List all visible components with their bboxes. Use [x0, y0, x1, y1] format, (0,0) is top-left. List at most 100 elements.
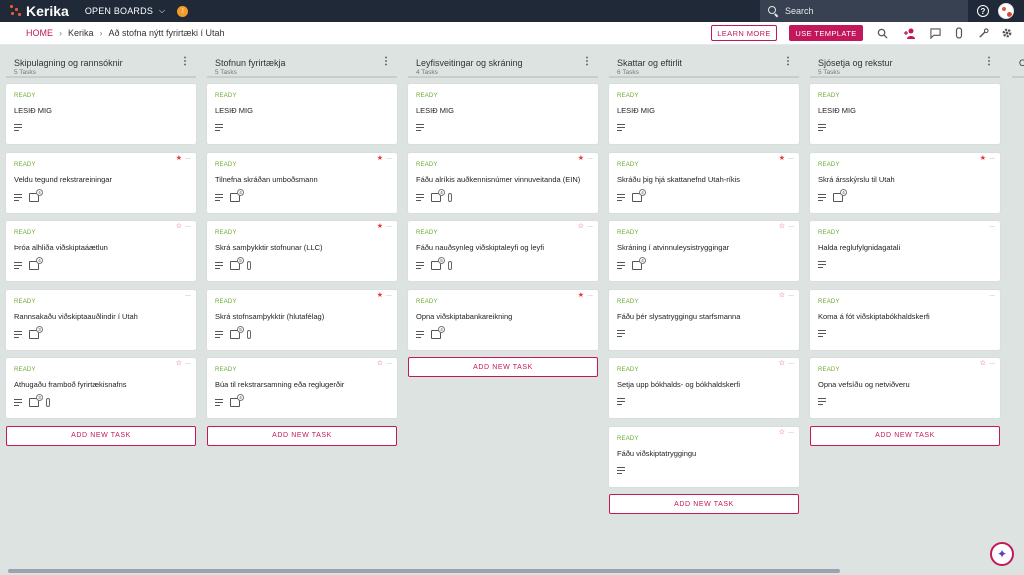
- task-card[interactable]: READY Veldu tegund rekstrareiningar ★... 4: [6, 152, 196, 213]
- card-menu-icon[interactable]: ...: [587, 154, 593, 161]
- task-card[interactable]: READY Skrá samþykktir stofnunar (LLC) ★...…: [207, 221, 397, 281]
- card-menu-icon[interactable]: ...: [989, 291, 995, 298]
- card-menu-icon[interactable]: ...: [386, 222, 392, 229]
- task-title[interactable]: Halda reglufylgnidagatali: [818, 243, 900, 252]
- star-outline-icon[interactable]: ☆: [779, 223, 785, 230]
- card-menu-icon[interactable]: ...: [989, 154, 995, 161]
- column-title[interactable]: Sjósetja og rekstur: [818, 58, 893, 68]
- card-menu-icon[interactable]: ...: [587, 222, 593, 229]
- star-outline-icon[interactable]: ☆: [779, 292, 785, 299]
- task-title[interactable]: LESIÐ MIG: [416, 106, 454, 115]
- learn-more-button[interactable]: LEARN MORE: [711, 25, 777, 41]
- task-card[interactable]: READY Fáðu þér slysatryggingu starfsmanna…: [609, 289, 799, 350]
- card-menu-icon[interactable]: ...: [788, 428, 794, 435]
- task-title[interactable]: LESIÐ MIG: [215, 106, 253, 115]
- task-title[interactable]: Opna vefsíðu og netviðveru: [818, 380, 910, 389]
- star-filled-icon[interactable]: ★: [377, 223, 383, 230]
- card-menu-icon[interactable]: ...: [788, 291, 794, 298]
- task-title[interactable]: Fáðu alríkis auðkennisnúmer vinnuveitand…: [416, 175, 580, 184]
- star-filled-icon[interactable]: ★: [176, 155, 182, 162]
- task-title[interactable]: Fáðu viðskiptatryggingu: [617, 449, 696, 458]
- task-card[interactable]: READY Opna viðskiptabankareikning ★... 4: [408, 289, 598, 350]
- card-menu-icon[interactable]: ...: [386, 154, 392, 161]
- task-card[interactable]: READY Fáðu alríkis auðkennisnúmer vinnuve…: [408, 152, 598, 213]
- task-card[interactable]: READY LESIÐ MIG: [6, 84, 196, 144]
- card-menu-icon[interactable]: ...: [788, 154, 794, 161]
- star-filled-icon[interactable]: ★: [980, 155, 986, 162]
- column-menu-icon[interactable]: ⋮: [582, 57, 592, 67]
- task-card[interactable]: READY Skrá stofnsamþykktir (hlutafélag) ★.…: [207, 289, 397, 350]
- task-card[interactable]: READY Tilnefna skráðan umboðsmann ★... 4: [207, 152, 397, 213]
- task-card[interactable]: READY Fáðu viðskiptatryggingu ☆...: [609, 426, 799, 487]
- card-menu-icon[interactable]: ...: [185, 359, 191, 366]
- use-template-button[interactable]: USE TEMPLATE: [789, 25, 863, 41]
- task-title[interactable]: LESIÐ MIG: [14, 106, 52, 115]
- help-icon[interactable]: ?: [977, 5, 989, 17]
- tools-icon[interactable]: [977, 27, 989, 39]
- task-title[interactable]: Rannsakaðu viðskiptaauðlindir í Utah: [14, 312, 138, 321]
- task-title[interactable]: Athugaðu framboð fyrirtækisnafns: [14, 380, 127, 389]
- task-card[interactable]: READY Skrá ársskýrslu til Utah ★... 4: [810, 152, 1000, 213]
- column-menu-icon[interactable]: ⋮: [783, 57, 793, 67]
- task-title[interactable]: Skrá samþykktir stofnunar (LLC): [215, 243, 323, 252]
- task-card[interactable]: READY Rannsakaðu viðskiptaauðlindir í Uta…: [6, 289, 196, 350]
- task-title[interactable]: Þróa alhliða viðskiptaáætlun: [14, 243, 108, 252]
- task-title[interactable]: Búa til rekstrarsamning eða reglugerðir: [215, 380, 344, 389]
- card-menu-icon[interactable]: ...: [185, 154, 191, 161]
- star-outline-icon[interactable]: ☆: [779, 360, 785, 367]
- star-outline-icon[interactable]: ☆: [578, 223, 584, 230]
- kerika-logo[interactable]: Kerika: [9, 3, 69, 19]
- task-card[interactable]: READY Setja upp bókhalds- og bókhaldskerf…: [609, 358, 799, 418]
- assistant-sparkle-icon[interactable]: ✦: [990, 542, 1014, 566]
- add-new-task-button[interactable]: ADD NEW TASK: [6, 425, 196, 446]
- breadcrumb-home[interactable]: HOME: [26, 28, 53, 38]
- task-card[interactable]: READY Skráning í atvinnuleysistryggingar ☆…: [609, 221, 799, 281]
- card-menu-icon[interactable]: ...: [788, 222, 794, 229]
- task-title[interactable]: Skrá ársskýrslu til Utah: [818, 175, 895, 184]
- search-board-icon[interactable]: [876, 27, 888, 39]
- card-menu-icon[interactable]: ...: [386, 359, 392, 366]
- task-title[interactable]: LESIÐ MIG: [818, 106, 856, 115]
- add-person-icon[interactable]: [904, 27, 916, 39]
- card-menu-icon[interactable]: ...: [989, 359, 995, 366]
- search-input[interactable]: Search: [760, 0, 968, 22]
- column-menu-icon[interactable]: ⋮: [984, 57, 994, 67]
- column-menu-icon[interactable]: ⋮: [180, 57, 190, 67]
- card-menu-icon[interactable]: ...: [587, 291, 593, 298]
- task-card[interactable]: READY Koma á fót viðskiptabókhaldskerfi..…: [810, 289, 1000, 350]
- task-card[interactable]: READY Halda reglufylgnidagatali...: [810, 221, 1000, 281]
- task-title[interactable]: Skráðu þig hjá skattanefnd Utah-ríkis: [617, 175, 740, 184]
- add-new-task-button[interactable]: ADD NEW TASK: [408, 357, 598, 377]
- star-filled-icon[interactable]: ★: [377, 292, 383, 299]
- column-title[interactable]: Stofnun fyrirtækja: [215, 58, 286, 68]
- task-title[interactable]: Tilnefna skráðan umboðsmann: [215, 175, 318, 184]
- open-boards-menu[interactable]: OPEN BOARDS ⌵: [85, 6, 165, 16]
- star-filled-icon[interactable]: ★: [578, 155, 584, 162]
- card-menu-icon[interactable]: ...: [185, 291, 191, 298]
- star-outline-icon[interactable]: ☆: [779, 429, 785, 436]
- task-card[interactable]: READY LESIÐ MIG: [207, 84, 397, 144]
- task-title[interactable]: Koma á fót viðskiptabókhaldskerfi: [818, 312, 930, 321]
- add-new-task-button[interactable]: ADD NEW TASK: [810, 425, 1000, 446]
- task-card[interactable]: READY LESIÐ MIG: [609, 84, 799, 144]
- star-filled-icon[interactable]: ★: [377, 155, 383, 162]
- column-title[interactable]: Skattar og eftirlit: [617, 58, 682, 68]
- task-title[interactable]: LESIÐ MIG: [617, 106, 655, 115]
- column-title[interactable]: Skipulagning og rannsóknir: [14, 58, 123, 68]
- star-outline-icon[interactable]: ☆: [980, 360, 986, 367]
- task-card[interactable]: READY Þróa alhliða viðskiptaáætlun ☆... 4: [6, 221, 196, 281]
- task-card[interactable]: READY LESIÐ MIG: [810, 84, 1000, 144]
- task-title[interactable]: Fáðu nauðsynleg viðskiptaleyfi og leyfi: [416, 243, 544, 252]
- notification-badge-icon[interactable]: !: [177, 5, 189, 17]
- star-outline-icon[interactable]: ☆: [377, 360, 383, 367]
- star-outline-icon[interactable]: ☆: [176, 360, 182, 367]
- card-menu-icon[interactable]: ...: [989, 222, 995, 229]
- card-menu-icon[interactable]: ...: [788, 359, 794, 366]
- card-menu-icon[interactable]: ...: [185, 222, 191, 229]
- task-title[interactable]: Setja upp bókhalds- og bókhaldskerfi: [617, 380, 740, 389]
- task-card[interactable]: READY Búa til rekstrarsamning eða regluge…: [207, 358, 397, 418]
- task-card[interactable]: READY Athugaðu framboð fyrirtækisnafns ☆..…: [6, 358, 196, 418]
- task-title[interactable]: Fáðu þér slysatryggingu starfsmanna: [617, 312, 740, 321]
- star-filled-icon[interactable]: ★: [578, 292, 584, 299]
- chat-icon[interactable]: [929, 27, 941, 39]
